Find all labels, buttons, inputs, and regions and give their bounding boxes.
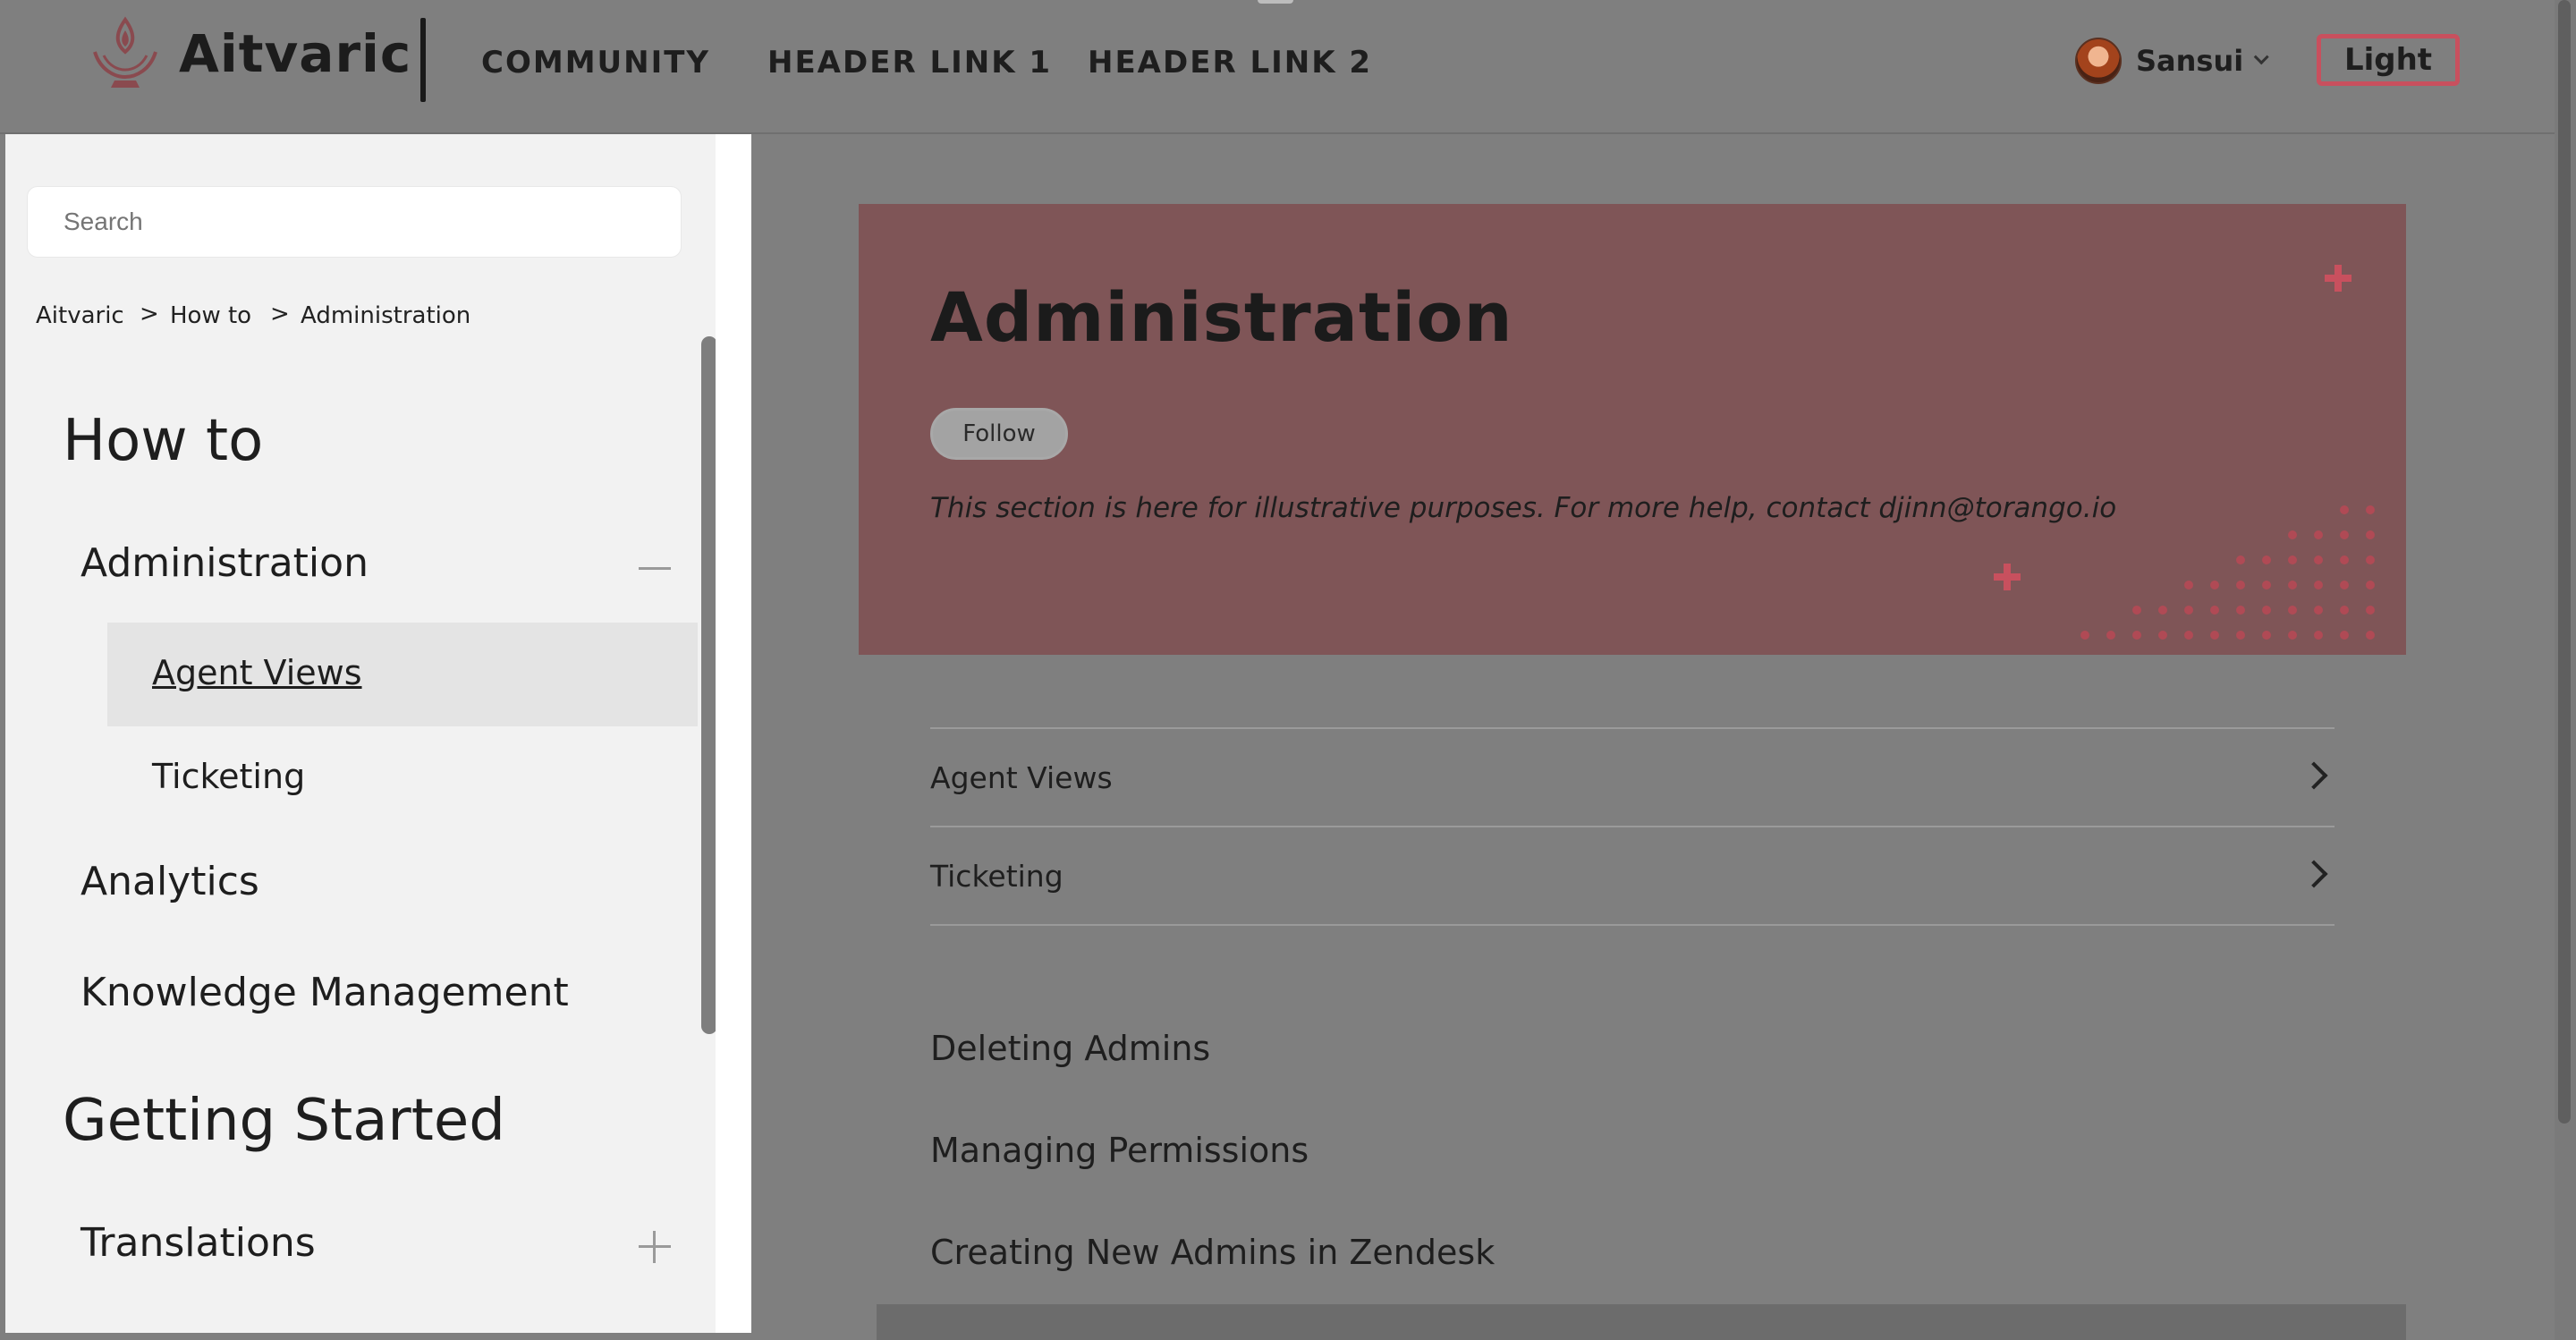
search-input[interactable] (27, 186, 682, 258)
subsection-agent-views[interactable]: Agent Views (930, 730, 2334, 827)
brand-name[interactable]: Aitvaric (179, 23, 411, 84)
breadcrumb-item[interactable]: How to (170, 302, 251, 329)
section-how-to[interactable]: How to (63, 408, 263, 474)
site-header: Aitvaric COMMUNITY HEADER LINK 1 HEADER … (0, 0, 2555, 134)
chevron-right-icon (2300, 761, 2328, 790)
list-divider (930, 727, 2334, 729)
user-name: Sansui (2136, 44, 2244, 78)
subsection-ticketing[interactable]: Ticketing (930, 828, 2334, 925)
breadcrumb-item-current: Administration (301, 302, 471, 329)
section-getting-started[interactable]: Getting Started (63, 1088, 505, 1154)
list-divider (930, 924, 2334, 926)
user-menu[interactable]: Sansui (2075, 36, 2269, 86)
breadcrumb-separator: > (140, 301, 159, 327)
top-handle (1258, 0, 1293, 4)
category-administration[interactable]: Administration (80, 540, 369, 586)
breadcrumb-separator: > (270, 301, 290, 327)
category-knowledge-management[interactable]: Knowledge Management (80, 970, 569, 1015)
collapse-minus-icon[interactable] (639, 567, 671, 570)
nav-header-link-2[interactable]: HEADER LINK 2 (1088, 45, 1372, 81)
expand-plus-icon[interactable] (639, 1231, 671, 1263)
hero-decoration (1994, 265, 2375, 640)
nav-community[interactable]: COMMUNITY (481, 45, 710, 81)
chevron-right-icon (2300, 860, 2328, 888)
sidebar-item-ticketing[interactable]: Ticketing (152, 757, 305, 796)
theme-toggle-button[interactable]: Light (2317, 34, 2460, 86)
breadcrumb-item[interactable]: Aitvaric (36, 302, 124, 329)
list-divider (930, 826, 2334, 827)
subsection-label: Agent Views (930, 760, 1113, 795)
category-analytics[interactable]: Analytics (80, 859, 259, 904)
sidebar: Aitvaric > How to > Administration How t… (5, 134, 751, 1333)
category-translations[interactable]: Translations (80, 1220, 316, 1266)
page: Aitvaric COMMUNITY HEADER LINK 1 HEADER … (0, 0, 2576, 1340)
article-link[interactable]: Managing Permissions (930, 1131, 1309, 1170)
sidebar-scrollbar[interactable] (701, 336, 716, 1034)
subsection-label: Ticketing (930, 859, 1063, 894)
sidebar-item-agent-views[interactable]: Agent Views (152, 653, 362, 692)
nav-header-link-1[interactable]: HEADER LINK 1 (767, 45, 1052, 81)
lamp-logo-icon[interactable] (89, 16, 161, 93)
article-link[interactable]: Creating New Admins in Zendesk (930, 1233, 1495, 1272)
brand-divider (420, 18, 426, 102)
content-block-partial (877, 1304, 2406, 1340)
chevron-down-icon (2253, 49, 2269, 65)
avatar (2075, 38, 2122, 84)
page-scrollbar-thumb[interactable] (2558, 0, 2571, 1124)
section-hero: Administration Follow This section is he… (859, 204, 2406, 655)
article-link[interactable]: Deleting Admins (930, 1029, 1210, 1068)
